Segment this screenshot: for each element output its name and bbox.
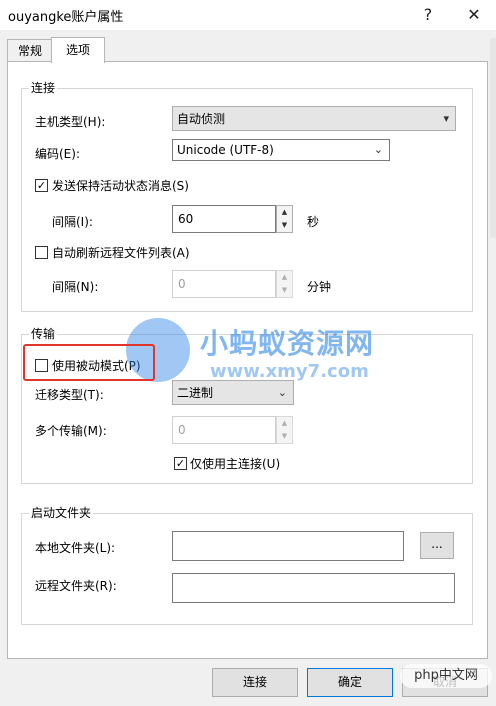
chevron-down-icon: ▾ [443,112,449,125]
local-folder-input[interactable] [172,531,404,561]
interval-spinner[interactable]: ▲ ▼ [276,205,293,233]
host-type-label: 主机类型(H): [35,115,106,129]
transfer-type-value: 二进制 [177,386,214,400]
scrollbar[interactable] [490,38,496,238]
local-folder-label: 本地文件夹(L): [35,541,116,555]
ok-button[interactable]: 确定 [307,668,393,697]
main-connection-only-label: 仅使用主连接(U) [190,457,281,471]
transfer-group-title: 传输 [29,325,58,342]
main-connection-only-checkbox[interactable]: ✓ [174,457,187,470]
keepalive-label: 发送保持活动状态消息(S) [52,179,189,193]
multi-transfer-label: 多个传输(M): [35,424,107,438]
connection-group-title: 连接 [29,79,58,96]
window-title: ouyangke账户属性 [8,10,124,25]
startup-folder-group-title: 启动文件夹 [29,504,94,521]
interval-unit: 秒 [307,215,320,229]
spin-up-icon[interactable]: ▲ [277,417,292,430]
tab-general[interactable]: 常规 [7,39,53,62]
spin-down-icon[interactable]: ▼ [277,284,292,297]
transfer-type-label: 迁移类型(T): [35,388,104,402]
close-icon[interactable]: ✕ [460,2,488,28]
help-icon[interactable]: ? [414,2,442,28]
browse-button[interactable]: ... [420,532,454,559]
multi-transfer-spinner[interactable]: ▲ ▼ [276,416,293,444]
multi-transfer-value: 0 [178,423,186,437]
spin-up-icon[interactable]: ▲ [277,271,292,284]
host-type-select[interactable]: 自动侦测 ▾ [172,106,456,131]
interval-label: 间隔(I): [52,215,93,229]
autorefresh-label: 自动刷新远程文件列表(A) [52,246,190,260]
spin-down-icon[interactable]: ▼ [277,430,292,443]
remote-folder-input[interactable] [172,573,455,603]
connect-button[interactable]: 连接 [212,668,298,697]
autorefresh-checkbox[interactable] [35,246,48,259]
refresh-interval-unit: 分钟 [307,280,332,294]
refresh-interval-label: 间隔(N): [52,280,99,294]
refresh-interval-input[interactable]: 0 [172,270,276,298]
tab-options[interactable]: 选项 [51,37,105,63]
transfer-type-select[interactable]: 二进制 ⌄ [172,380,294,405]
host-type-value: 自动侦测 [177,112,226,126]
startup-folder-group [21,513,473,625]
interval-value: 60 [178,212,194,226]
encoding-value: Unicode (UTF-8) [177,143,274,157]
highlight-box [23,344,155,381]
refresh-interval-spinner[interactable]: ▲ ▼ [276,270,293,298]
spin-up-icon[interactable]: ▲ [277,206,292,219]
interval-input[interactable]: 60 [172,205,276,233]
refresh-interval-value: 0 [178,277,186,291]
chevron-down-icon: ⌄ [373,143,383,156]
encoding-select[interactable]: Unicode (UTF-8) ⌄ [172,139,390,161]
spin-down-icon[interactable]: ▼ [277,219,292,232]
multi-transfer-input[interactable]: 0 [172,416,276,444]
cancel-button[interactable]: 取消 [402,668,488,697]
remote-folder-label: 远程文件夹(R): [35,579,117,593]
encoding-label: 编码(E): [35,147,80,161]
keepalive-checkbox[interactable]: ✓ [35,179,48,192]
chevron-down-icon: ⌄ [277,386,287,399]
